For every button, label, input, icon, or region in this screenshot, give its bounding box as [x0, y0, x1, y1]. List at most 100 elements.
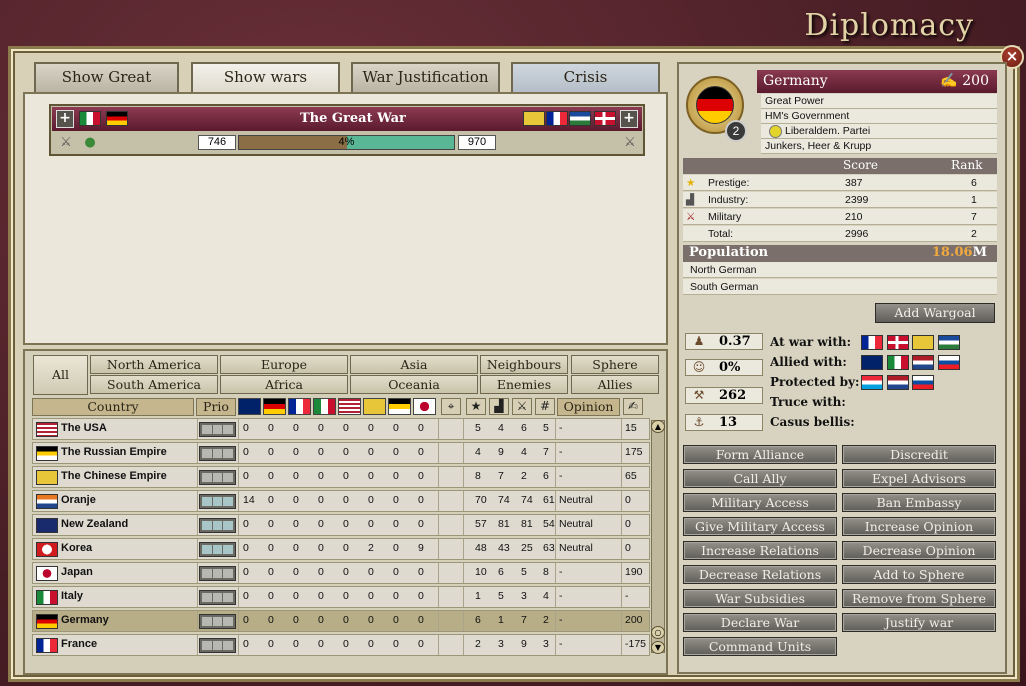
table-row[interactable]: The USA 0 0 0 0 0 0 0 0 5 4 6 5-15 [32, 418, 650, 440]
filter-oceania[interactable]: Oceania [350, 375, 478, 394]
france-flag-icon[interactable] [288, 398, 311, 415]
tab-show-wars[interactable]: Show wars [191, 62, 340, 94]
list-scrollbar[interactable] [651, 420, 665, 653]
luxembourg-flag-icon[interactable] [861, 375, 883, 390]
tab-war-justification[interactable]: War Justification [351, 62, 500, 92]
increase-relations-button[interactable]: Increase Relations [683, 541, 837, 560]
discredit-button[interactable]: Discredit [842, 445, 996, 464]
uk-flag-icon[interactable] [861, 355, 883, 370]
rank: 6 [971, 177, 977, 189]
filter-south-america[interactable]: South America [90, 375, 218, 394]
slovakia-flag-icon[interactable] [912, 375, 934, 390]
germany-flag-icon[interactable] [263, 398, 286, 415]
denmark-flag-icon[interactable] [887, 335, 909, 350]
score-cell: 8 [543, 566, 549, 578]
scroll-up-button[interactable]: ▲ [651, 420, 665, 433]
prestige-icon[interactable]: ★ [466, 398, 486, 415]
priority-toggle[interactable] [199, 590, 236, 605]
slovakia-flag-icon[interactable] [938, 355, 960, 370]
military-icon[interactable]: ⚔ [512, 398, 532, 415]
prio-column-header[interactable]: Prio [196, 398, 236, 416]
filter-europe[interactable]: Europe [220, 355, 348, 374]
country-column-header[interactable]: Country [32, 398, 194, 416]
rank-icon[interactable]: # [535, 398, 555, 415]
influence-cell: 0 [318, 566, 324, 578]
filter-neighbours[interactable]: Neighbours [480, 355, 568, 374]
call-ally-button[interactable]: Call Ally [683, 469, 837, 488]
priority-toggle[interactable] [199, 518, 236, 533]
decrease-opinion-button[interactable]: Decrease Opinion [842, 541, 996, 560]
filter-enemies[interactable]: Enemies [480, 375, 568, 394]
scroll-down-button[interactable]: ▼ [651, 641, 665, 654]
military-access-button[interactable]: Military Access [683, 493, 837, 512]
priority-toggle[interactable] [199, 446, 236, 461]
influence-cell: 0 [268, 518, 274, 530]
priority-toggle[interactable] [199, 422, 236, 437]
priority-toggle[interactable] [199, 470, 236, 485]
add-attacker-button[interactable]: + [56, 110, 74, 128]
priority-toggle[interactable] [199, 566, 236, 581]
score-cell: 81 [498, 518, 510, 530]
allied-flag-icon[interactable] [938, 335, 960, 350]
table-row[interactable]: Korea 0 0 0 0 0 2 0 9 48 43 25 63 Neutral 0 [32, 538, 650, 560]
add-to-sphere-button[interactable]: Add to Sphere [842, 565, 996, 584]
filter-allies[interactable]: Allies [571, 375, 659, 394]
table-row[interactable]: Japan 0 0 0 0 0 0 0 0 10 6 5 8- 190 [32, 562, 650, 584]
score-cell: 9 [498, 446, 504, 458]
priority-toggle[interactable] [199, 494, 236, 509]
scroll-thumb[interactable]: ○ [651, 626, 665, 639]
add-wargoal-button[interactable]: Add Wargoal [875, 303, 995, 323]
form-alliance-button[interactable]: Form Alliance [683, 445, 837, 464]
divider [438, 587, 439, 607]
italy-flag-icon[interactable] [887, 355, 909, 370]
table-row[interactable]: Oranje 14 0 0 0 0 0 0 0 70 74 74 61 Neutral 0 [32, 490, 650, 512]
usa-flag-icon[interactable] [338, 398, 361, 415]
priority-toggle[interactable] [199, 638, 236, 653]
influence-cell: 0 [293, 422, 299, 434]
netherlands-flag-icon[interactable] [912, 355, 934, 370]
france-flag-icon[interactable] [861, 335, 883, 350]
japan-flag-icon[interactable] [413, 398, 436, 415]
target-icon[interactable]: ⌖ [441, 398, 461, 415]
command-units-button[interactable]: Command Units [683, 637, 837, 656]
tab-show-great-powers[interactable]: Show Great Powers [34, 62, 179, 112]
tab-crisis[interactable]: Crisis [511, 62, 660, 92]
priority-toggle[interactable] [199, 614, 236, 629]
influence-icon[interactable]: ✍ [623, 398, 643, 415]
divider [555, 419, 556, 439]
stat-value: 13 [719, 415, 738, 430]
table-row[interactable]: Italy 0 0 0 0 0 0 0 0 1 5 3 4- - [32, 586, 650, 608]
table-row[interactable]: The Russian Empire 0 0 0 0 0 0 0 0 4 9 4 7- 175 [32, 442, 650, 464]
filter-sphere[interactable]: Sphere [571, 355, 659, 374]
decrease-relations-button[interactable]: Decrease Relations [683, 565, 837, 584]
netherlands-flag-icon[interactable] [887, 375, 909, 390]
table-row[interactable]: Germany 0 0 0 0 0 0 0 0 6 1 7 2- 200 [32, 610, 650, 632]
increase-opinion-button[interactable]: Increase Opinion [842, 517, 996, 536]
divider [238, 515, 239, 535]
priority-toggle[interactable] [199, 542, 236, 557]
table-row[interactable]: New Zealand 0 0 0 0 0 0 0 0 57 81 81 54 Neutral 0 [32, 514, 650, 536]
add-defender-button[interactable]: + [620, 110, 638, 128]
table-row[interactable]: The Chinese Empire 0 0 0 0 0 0 0 0 8 7 2 6- 65 [32, 466, 650, 488]
industry-icon[interactable]: ▟ [489, 398, 509, 415]
table-row[interactable]: France 0 0 0 0 0 0 0 0 2 3 9 3- -175 [32, 634, 650, 656]
china-flag-icon[interactable] [912, 335, 934, 350]
filter-all[interactable]: All [33, 355, 88, 395]
declare-war-button[interactable]: Declare War [683, 613, 837, 632]
russia-flag-icon[interactable] [388, 398, 411, 415]
china-flag-icon[interactable] [363, 398, 386, 415]
war-subsidies-button[interactable]: War Subsidies [683, 589, 837, 608]
give-military-access-button[interactable]: Give Military Access [683, 517, 837, 536]
justify-war-button[interactable]: Justify war [842, 613, 996, 632]
ban-embassy-button[interactable]: Ban Embassy [842, 493, 996, 512]
filter-asia[interactable]: Asia [350, 355, 478, 374]
italy-flag-icon[interactable] [313, 398, 336, 415]
opinion-column-header[interactable]: Opinion [557, 398, 620, 416]
filter-north-america[interactable]: North America [90, 355, 218, 374]
expel-advisors-button[interactable]: Expel Advisors [842, 469, 996, 488]
opinion-cell: - [559, 470, 563, 482]
filter-africa[interactable]: Africa [220, 375, 348, 394]
score-cell: 3 [498, 638, 504, 650]
remove-from-sphere-button[interactable]: Remove from Sphere [842, 589, 996, 608]
uk-flag-icon[interactable] [238, 398, 261, 415]
